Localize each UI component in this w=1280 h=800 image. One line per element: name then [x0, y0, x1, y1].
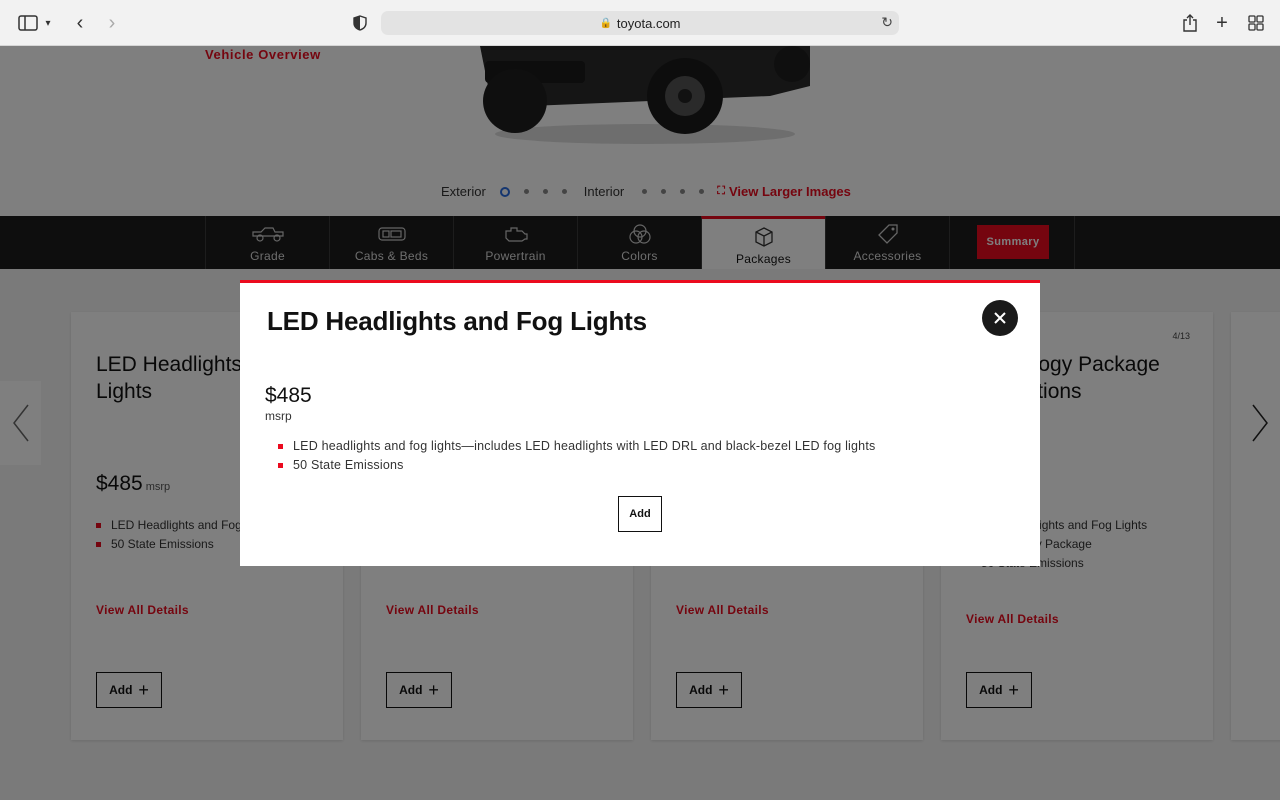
- modal-title: LED Headlights and Fog Lights: [267, 306, 647, 336]
- modal-add-button[interactable]: Add: [618, 496, 662, 532]
- chevron-down-icon[interactable]: ▾: [39, 11, 57, 35]
- lock-icon: 🔒: [599, 17, 612, 29]
- package-detail-modal: LED Headlights and Fog Lights $485 msrp …: [240, 280, 1040, 566]
- shield-icon[interactable]: [348, 11, 372, 35]
- browser-toolbar: ▾ ‹ › 🔒 toyota.com ↻ +: [0, 0, 1280, 46]
- reload-icon[interactable]: ↻: [881, 14, 893, 31]
- forward-icon[interactable]: ›: [100, 11, 124, 35]
- url-field[interactable]: 🔒 toyota.com ↻: [381, 11, 899, 35]
- sidebar-toggle-icon[interactable]: [16, 11, 40, 35]
- url-text: toyota.com: [616, 15, 681, 31]
- back-icon[interactable]: ‹: [68, 11, 92, 35]
- share-icon[interactable]: [1178, 11, 1202, 35]
- modal-price-unit: msrp: [265, 409, 292, 423]
- tab-overview-icon[interactable]: [1244, 11, 1268, 35]
- close-icon: [994, 312, 1006, 324]
- list-item: 50 State Emissions: [278, 456, 875, 475]
- close-button[interactable]: [982, 300, 1018, 336]
- modal-price: $485: [265, 384, 312, 407]
- modal-feature-list: LED headlights and fog lights—includes L…: [278, 437, 875, 475]
- new-tab-icon[interactable]: +: [1210, 11, 1234, 35]
- list-item: LED headlights and fog lights—includes L…: [278, 437, 875, 456]
